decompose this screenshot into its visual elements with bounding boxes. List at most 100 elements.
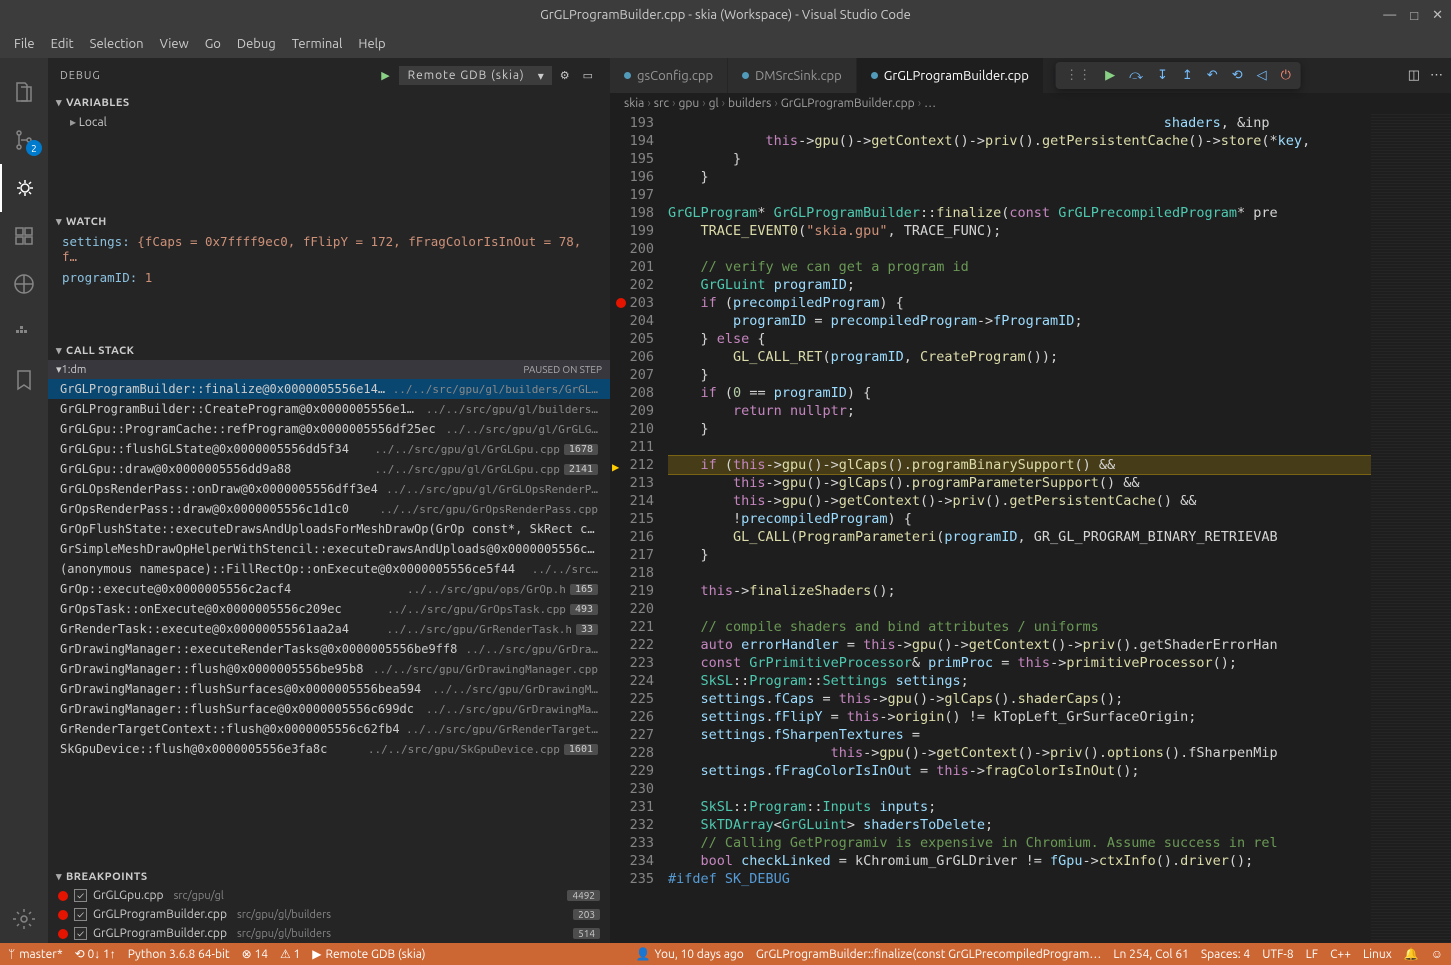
breadcrumb-item[interactable]: skia [624,97,644,110]
stack-frame[interactable]: (anonymous namespace)::FillRectOp::onExe… [48,559,610,579]
minimize-icon[interactable]: — [1383,8,1396,23]
code-line[interactable]: const GrPrimitiveProcessor& primProc = t… [668,654,1371,672]
variables-header[interactable]: ▾VARIABLES [48,93,610,112]
code-line[interactable]: SkSL::Program::Settings settings; [668,672,1371,690]
continue-icon[interactable]: ▶ [1099,64,1121,87]
restart-icon[interactable]: ⟲ [1226,64,1249,87]
code-line[interactable]: } else { [668,330,1371,348]
code-line[interactable]: #ifdef SK_DEBUG [668,870,1371,888]
callstack-thread[interactable]: ▾1:dm PAUSED ON STEP [48,360,610,379]
code-line[interactable]: TRACE_EVENT0("skia.gpu", TRACE_FUNC); [668,222,1371,240]
status-python[interactable]: Python 3.6.8 64-bit [128,948,230,961]
callstack-header[interactable]: ▾CALL STACK [48,341,610,360]
code-line[interactable]: // compile shaders and bind attributes /… [668,618,1371,636]
extensions-icon[interactable] [0,212,48,260]
explorer-icon[interactable] [0,68,48,116]
step-over-icon[interactable]: ⤼ [1123,64,1149,87]
disconnect-icon[interactable]: ⏻ [1275,64,1297,87]
stack-frame[interactable]: GrOp::execute@0x0000005556c2acf4../../sr… [48,579,610,599]
stack-frame[interactable]: GrOpFlushState::executeDrawsAndUploadsFo… [48,519,610,539]
status-lang[interactable]: C++ [1330,948,1351,961]
stack-frame[interactable]: GrOpsTask::onExecute@0x0000005556c209ec.… [48,599,610,619]
code-line[interactable] [668,600,1371,618]
code-line[interactable]: programID = precompiledProgram->fProgram… [668,312,1371,330]
breadcrumb-item[interactable]: src [654,97,669,110]
stack-frame[interactable]: GrDrawingManager::flushSurfaces@0x000000… [48,679,610,699]
breakpoints-header[interactable]: ▾BREAKPOINTS [48,867,610,886]
menu-go[interactable]: Go [197,33,229,55]
code-line[interactable]: bool checkLinked = kChromium_GrGLDriver … [668,852,1371,870]
minimap[interactable] [1371,114,1451,943]
breadcrumb-item[interactable]: gl [709,97,719,110]
breadcrumb-item[interactable]: builders [728,97,771,110]
status-feedback-icon[interactable]: ☺ [1431,947,1443,961]
status-errors[interactable]: ⊗ 14 [242,947,268,961]
stack-frame[interactable]: GrDrawingManager::flushSurface@0x0000005… [48,699,610,719]
scm-icon[interactable]: 2 [0,116,48,164]
breadcrumbs[interactable]: skia › src › gpu › gl › builders › GrGLP… [610,93,1451,114]
code-line[interactable] [668,240,1371,258]
menu-debug[interactable]: Debug [229,33,284,55]
status-position[interactable]: Ln 254, Col 61 [1113,948,1189,961]
code-line[interactable]: this->gpu()->getContext()->priv().getPer… [668,132,1371,150]
stack-frame[interactable]: GrGLGpu::draw@0x0000005556dd9a88../../sr… [48,459,610,479]
stack-frame[interactable]: GrGLGpu::flushGLState@0x0000005556dd5f34… [48,439,610,459]
breakpoint-checkbox[interactable]: ✓ [74,927,87,940]
code-line[interactable]: !precompiledProgram) { [668,510,1371,528]
breakpoint-item[interactable]: ✓GrGLProgramBuilder.cppsrc/gpu/gl/builde… [48,905,610,924]
start-debug-icon[interactable]: ▶ [377,67,394,84]
status-spaces[interactable]: Spaces: 4 [1201,948,1250,961]
bookmarks-icon[interactable] [0,356,48,404]
stack-frame[interactable]: GrRenderTask::execute@0x00000055561aa2a4… [48,619,610,639]
stack-frame[interactable]: GrOpsRenderPass::draw@0x0000005556c1d1c0… [48,499,610,519]
status-os[interactable]: Linux [1363,948,1392,961]
gutter[interactable]: 1931941951961971981992002012022032042052… [610,114,668,943]
code-line[interactable]: SkTDArray<GrGLuint> shadersToDelete; [668,816,1371,834]
breakpoint-checkbox[interactable]: ✓ [74,908,87,921]
code-line[interactable]: GL_CALL(ProgramParameteri(programID, GR_… [668,528,1371,546]
breakpoint-item[interactable]: ✓GrGLProgramBuilder.cppsrc/gpu/gl/builde… [48,924,610,943]
maximize-icon[interactable]: □ [1410,8,1418,23]
code-line[interactable]: if (0 == programID) { [668,384,1371,402]
code-line[interactable]: settings.fFragColorIsInOut = this->fragC… [668,762,1371,780]
variable-scope-local[interactable]: Local [48,112,610,132]
code-line[interactable]: GrGLuint programID; [668,276,1371,294]
step-into-icon[interactable]: ↧ [1151,64,1174,87]
split-editor-icon[interactable]: ◫ [1408,68,1420,83]
code-line[interactable] [668,564,1371,582]
code-line[interactable]: settings.fCaps = this->gpu()->glCaps().s… [668,690,1371,708]
status-sync[interactable]: ⟲ 0↓ 1↑ [75,947,116,961]
code-line[interactable]: // verify we can get a program id [668,258,1371,276]
code-line[interactable]: } [668,546,1371,564]
stack-frame[interactable]: GrSimpleMeshDrawOpHelperWithStencil::exe… [48,539,610,559]
breadcrumb-item[interactable]: GrGLProgramBuilder.cpp [781,97,915,110]
debug-config-select[interactable]: Remote GDB (skia) [399,66,552,85]
status-branch[interactable]: ᛘ master* [8,948,63,961]
breakpoint-marker-icon[interactable] [616,298,626,308]
code-line[interactable]: settings.fSharpenTextures = [668,726,1371,744]
stack-frame[interactable]: GrGLProgramBuilder::CreateProgram@0x0000… [48,399,610,419]
code-line[interactable]: this->gpu()->getContext()->priv().option… [668,744,1371,762]
more-icon[interactable]: ⋯ [1430,68,1443,83]
code-line[interactable]: if (this->gpu()->glCaps().programBinaryS… [668,456,1371,474]
debug-config-gear-icon[interactable]: ⚙ [556,69,575,82]
close-icon[interactable]: ✕ [1432,8,1443,23]
drag-handle-icon[interactable]: ⋮⋮ [1059,64,1097,87]
status-encoding[interactable]: UTF-8 [1262,948,1293,961]
code-line[interactable]: } [668,168,1371,186]
stack-frame[interactable]: GrDrawingManager::executeRenderTasks@0x0… [48,639,610,659]
stack-frame[interactable]: GrGLProgramBuilder::finalize@0x000000555… [48,379,610,399]
settings-icon[interactable] [0,895,48,943]
editor-tab[interactable]: gsConfig.cpp [610,58,728,93]
editor-tab[interactable]: GrGLProgramBuilder.cpp [857,58,1044,93]
code-line[interactable]: return nullptr; [668,402,1371,420]
watch-item[interactable]: programID: 1 [48,267,610,288]
menu-terminal[interactable]: Terminal [284,33,351,55]
stack-frame[interactable]: GrRenderTargetContext::flush@0x000000555… [48,719,610,739]
reverse-icon[interactable]: ◁ [1251,64,1273,87]
stack-frame[interactable]: GrGLGpu::ProgramCache::refProgram@0x0000… [48,419,610,439]
code-line[interactable]: shaders, &inp [668,114,1371,132]
breakpoint-checkbox[interactable]: ✓ [74,889,87,902]
watch-header[interactable]: ▾WATCH [48,212,610,231]
code-line[interactable]: } [668,420,1371,438]
